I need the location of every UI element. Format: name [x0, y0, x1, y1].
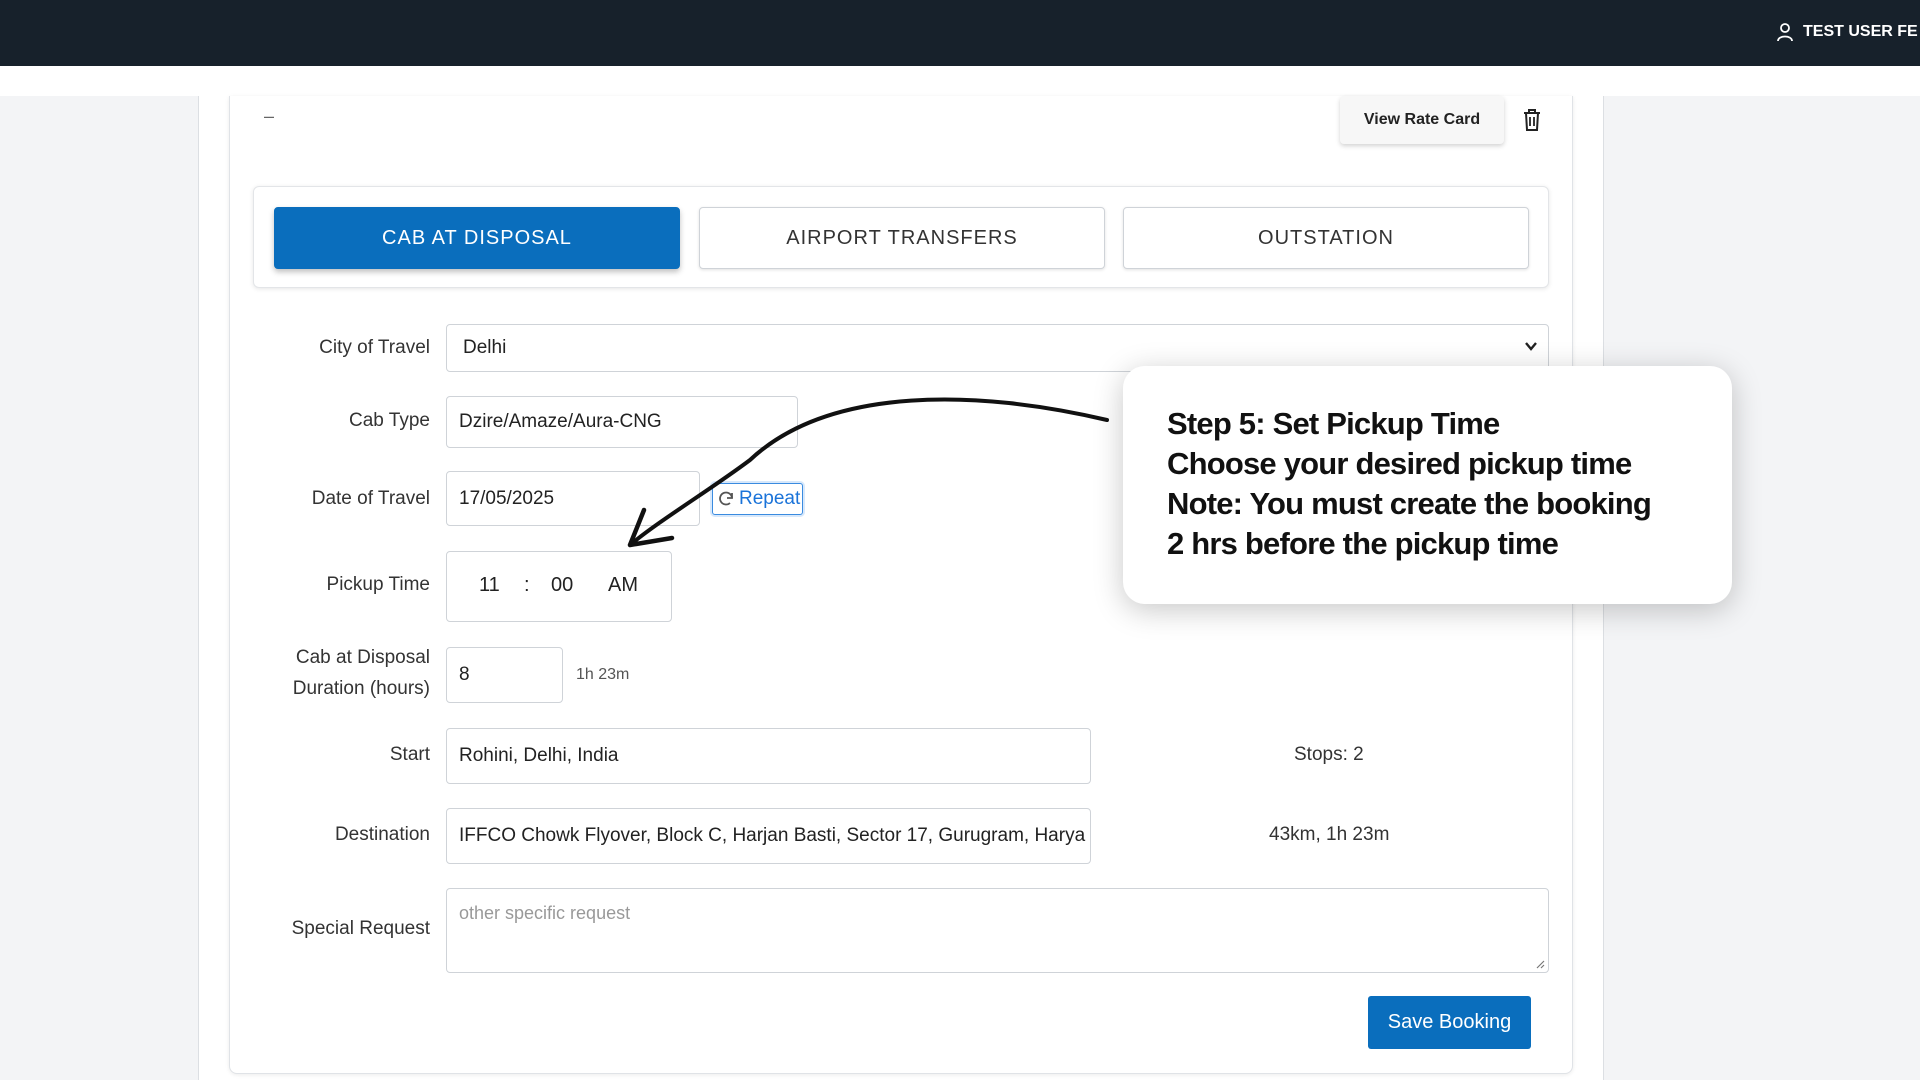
callout-line-1: Step 5: Set Pickup Time	[1167, 406, 1500, 441]
callout-line-3: Note: You must create the booking	[1167, 486, 1652, 521]
collapse-toggle[interactable]: –	[264, 106, 274, 127]
pickup-ampm[interactable]: AM	[608, 574, 638, 597]
view-rate-card-button[interactable]: View Rate Card	[1340, 96, 1504, 144]
callout-line-2: Choose your desired pickup time	[1167, 446, 1632, 481]
special-request-textarea[interactable]: other specific request	[446, 888, 1549, 973]
duration-hint: 1h 23m	[576, 666, 630, 683]
callout-arrow	[627, 397, 1109, 548]
time-separator: :	[524, 574, 530, 596]
pickup-label: Pickup Time	[326, 574, 430, 595]
city-label: City of Travel	[319, 337, 430, 358]
tab-cab-at-disposal[interactable]: CAB AT DISPOSAL	[274, 207, 680, 269]
user-icon	[1777, 23, 1793, 42]
pickup-time-input[interactable]: 11 : 00 AM	[446, 551, 672, 622]
start-label: Start	[389, 744, 430, 765]
start-input[interactable]: Rohini, Delhi, India	[446, 728, 1091, 784]
delete-icon[interactable]	[1521, 108, 1543, 132]
special-request-placeholder: other specific request	[459, 903, 631, 923]
tutorial-callout: Step 5: Set Pickup Time Choose your desi…	[1123, 366, 1732, 604]
chevron-down-icon	[1525, 342, 1537, 351]
duration-label-line2: Duration (hours)	[292, 678, 430, 699]
user-name: TEST USER FE	[1803, 23, 1918, 40]
city-value: Delhi	[463, 337, 507, 358]
route-summary: 43km, 1h 23m	[1269, 824, 1390, 845]
tab-outstation[interactable]: OUTSTATION	[1123, 207, 1529, 269]
sub-header-strip	[0, 66, 1920, 96]
resize-handle-icon[interactable]	[1535, 959, 1545, 969]
cab-type-label: Cab Type	[349, 410, 430, 431]
pickup-minute[interactable]: 00	[551, 574, 573, 597]
tab-airport-transfers[interactable]: AIRPORT TRANSFERS	[699, 207, 1105, 269]
duration-input[interactable]: 8	[446, 647, 563, 703]
destination-input[interactable]: IFFCO Chowk Flyover, Block C, Harjan Bas…	[446, 808, 1091, 864]
callout-line-4: 2 hrs before the pickup time	[1167, 526, 1559, 561]
pickup-hour[interactable]: 11	[479, 574, 500, 597]
duration-label-line1: Cab at Disposal	[295, 647, 430, 668]
special-request-label: Special Request	[291, 918, 430, 939]
user-menu[interactable]: TEST USER FE	[1775, 22, 1920, 42]
stops-count: Stops: 2	[1294, 744, 1364, 765]
date-label: Date of Travel	[311, 488, 430, 509]
city-select[interactable]: Delhi	[446, 324, 1549, 372]
trip-type-tabs: CAB AT DISPOSAL AIRPORT TRANSFERS OUTSTA…	[253, 186, 1549, 288]
save-booking-button[interactable]: Save Booking	[1368, 996, 1531, 1049]
top-nav-bar: TEST USER FE	[0, 0, 1920, 66]
destination-label: Destination	[334, 824, 430, 845]
